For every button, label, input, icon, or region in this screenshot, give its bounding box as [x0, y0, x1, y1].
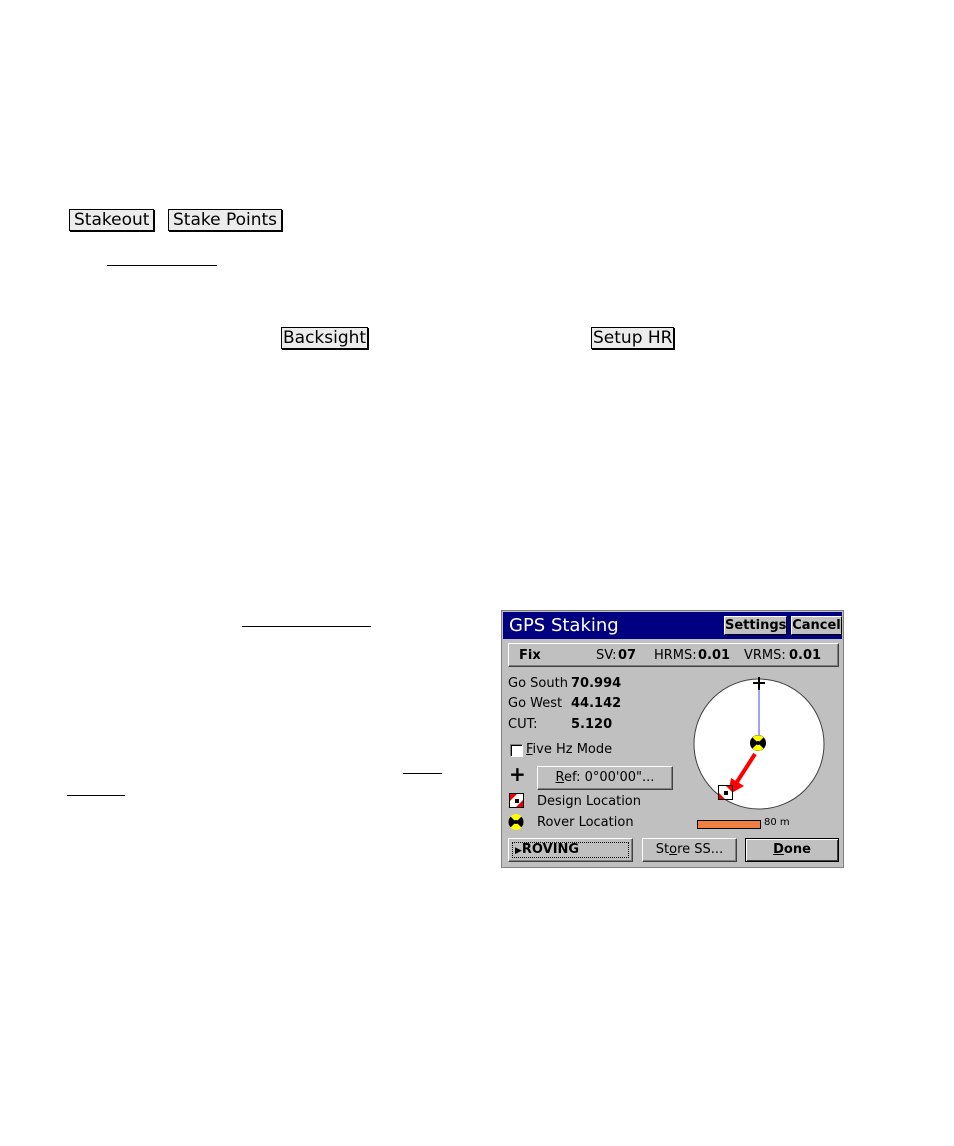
- hrms-label: HRMS:: [654, 648, 697, 663]
- go-south-value: 70.994: [571, 676, 622, 691]
- reference-button[interactable]: Ref: 0°00'00"...: [537, 766, 673, 790]
- text-underline: [242, 626, 371, 627]
- sv-label: SV:: [596, 648, 617, 663]
- design-location-label: Design Location: [537, 794, 641, 809]
- backsight-key-button: Backsight: [281, 327, 369, 349]
- gps-status-bar[interactable]: Fix SV: 07 HRMS: 0.01 VRMS: 0.01: [508, 643, 839, 667]
- staking-plot: [693, 677, 825, 810]
- five-hz-checkbox[interactable]: [510, 744, 523, 757]
- stakeout-key-button: Stakeout: [69, 209, 155, 231]
- rover-location-label: Rover Location: [537, 815, 634, 830]
- cut-value: 5.120: [571, 717, 613, 732]
- cancel-button[interactable]: Cancel: [791, 616, 842, 635]
- design-point-marker: [718, 785, 733, 800]
- vrms-value: 0.01: [789, 648, 822, 663]
- stake-points-key-button: Stake Points: [168, 209, 283, 231]
- go-south-label: Go South: [508, 676, 568, 691]
- solution-type: Fix: [519, 648, 541, 663]
- scale-bar: [697, 820, 761, 829]
- go-west-value: 44.142: [571, 696, 622, 711]
- roving-button[interactable]: ▶ROVING: [508, 838, 633, 862]
- rover-location-icon: [508, 814, 524, 830]
- rover-point-marker: [750, 735, 766, 751]
- cut-label: CUT:: [508, 717, 538, 732]
- text-underline: [403, 773, 442, 774]
- go-west-label: Go West: [508, 696, 563, 711]
- scale-label: 80 m: [764, 817, 790, 828]
- crosshair-icon: +: [509, 762, 526, 786]
- setup-hr-key-button: Setup HR: [591, 327, 675, 349]
- sv-value: 07: [618, 648, 637, 663]
- settings-button[interactable]: Settings: [724, 616, 787, 635]
- gps-staking-window: GPS Staking Settings Cancel Fix SV: 07 H…: [501, 610, 844, 868]
- window-title: GPS Staking: [509, 615, 619, 636]
- design-location-icon: [509, 793, 524, 808]
- text-underline: [67, 795, 125, 796]
- vrms-label: VRMS:: [744, 648, 786, 663]
- hrms-value: 0.01: [698, 648, 731, 663]
- text-underline: [107, 265, 217, 266]
- store-ss-button[interactable]: Store SS...: [642, 838, 737, 862]
- done-button[interactable]: Done: [745, 838, 839, 862]
- title-bar: GPS Staking Settings Cancel: [503, 612, 842, 639]
- five-hz-label[interactable]: Five Hz Mode: [526, 742, 612, 757]
